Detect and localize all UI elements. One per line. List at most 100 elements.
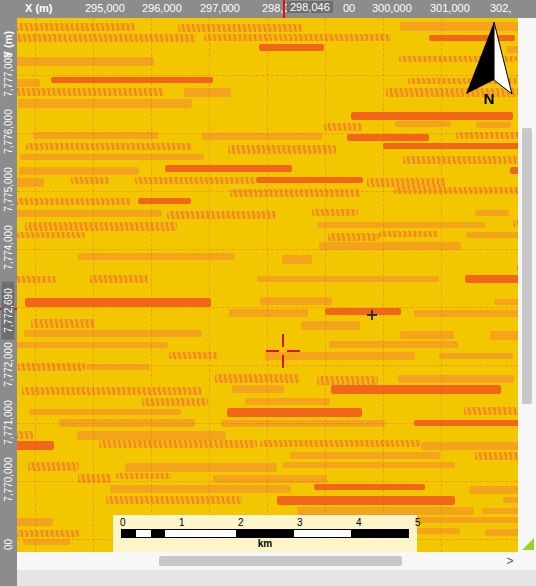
corner-icon xyxy=(522,538,534,550)
grid-line xyxy=(35,18,36,552)
y-axis-tick: 7,771,000 xyxy=(2,383,15,463)
scale-segment xyxy=(136,530,150,537)
anomaly-band xyxy=(464,407,518,415)
marker-plus-icon xyxy=(367,310,377,320)
anomaly-band xyxy=(414,310,518,317)
anomaly-band xyxy=(282,255,312,264)
anomaly-band xyxy=(277,496,455,505)
anomaly-band xyxy=(125,463,277,472)
anomaly-band xyxy=(17,276,56,283)
grid-line xyxy=(267,18,268,552)
x-axis-title: X (m) xyxy=(25,2,53,14)
anomaly-band xyxy=(297,507,474,515)
anomaly-band xyxy=(229,309,308,317)
scale-tick: 5 xyxy=(415,517,421,528)
scale-tick: 4 xyxy=(356,517,362,528)
anomaly-band xyxy=(324,123,362,131)
anomaly-band xyxy=(265,352,415,360)
horizontal-scroll-thumb[interactable] xyxy=(159,556,402,566)
anomaly-band xyxy=(317,376,378,385)
x-axis-tick: 00 xyxy=(343,2,355,14)
anomaly-band xyxy=(259,44,324,51)
grid-line xyxy=(17,423,518,424)
anomaly-band xyxy=(202,133,322,140)
anomaly-band xyxy=(503,497,518,503)
footer-area xyxy=(0,570,536,586)
anomaly-band xyxy=(99,440,257,448)
anomaly-band xyxy=(245,398,330,405)
anomaly-band xyxy=(367,178,445,187)
anomaly-band xyxy=(325,308,401,315)
anomaly-band xyxy=(490,331,518,340)
x-axis-ruler: X (m)295,000296,000297,000298,000300,000… xyxy=(0,0,536,18)
anomaly-band xyxy=(312,209,358,216)
grid-line xyxy=(151,18,152,552)
scale-unit: km xyxy=(117,538,413,549)
anomaly-band xyxy=(19,167,139,175)
north-arrow-icon xyxy=(464,20,514,98)
anomaly-band xyxy=(17,232,85,238)
scale-segment xyxy=(351,530,408,537)
anomaly-band xyxy=(167,211,276,219)
x-axis-tick: 302, xyxy=(490,2,511,14)
anomaly-band xyxy=(301,321,360,330)
scale-tick: 3 xyxy=(297,517,303,528)
anomaly-band xyxy=(20,154,204,160)
grid-line xyxy=(17,191,518,192)
y-axis-ruler: Y (m)7,777,0007,776,0007,775,0007,774,00… xyxy=(0,18,17,586)
y-axis-tick: 7,777,000 xyxy=(2,35,15,115)
anomaly-band xyxy=(386,88,518,97)
anomaly-band xyxy=(17,431,33,439)
anomaly-band xyxy=(400,331,454,339)
anomaly-band xyxy=(17,178,44,187)
scale-segment xyxy=(236,530,293,537)
anomaly-band xyxy=(290,452,440,459)
anomaly-band xyxy=(403,156,518,164)
scroll-right-button[interactable]: > xyxy=(502,554,518,568)
anomaly-band xyxy=(228,145,336,154)
anomaly-band xyxy=(25,222,177,231)
anomaly-band xyxy=(232,385,284,393)
resize-corner xyxy=(518,552,536,570)
anomaly-band xyxy=(482,508,518,514)
anomaly-band xyxy=(71,177,109,184)
anomaly-band xyxy=(469,486,518,494)
anomaly-band xyxy=(138,198,191,204)
anomaly-band xyxy=(29,409,181,415)
anomaly-band xyxy=(379,231,438,237)
anomaly-band xyxy=(400,22,518,31)
scale-tick: 1 xyxy=(179,517,185,528)
scale-segment xyxy=(122,530,136,537)
anomaly-band xyxy=(421,442,518,450)
x-axis-tick: 298,0 xyxy=(262,2,290,14)
anomaly-band xyxy=(22,387,202,395)
map-canvas[interactable]: N012345km xyxy=(17,18,518,552)
anomaly-band xyxy=(466,232,518,238)
vertical-scrollbar[interactable] xyxy=(518,18,536,552)
anomaly-band xyxy=(465,275,518,283)
x-axis-tick: 295,000 xyxy=(85,2,125,14)
anomaly-band xyxy=(398,375,514,383)
vertical-scroll-thumb[interactable] xyxy=(522,128,532,404)
anomaly-band xyxy=(328,233,379,241)
grid-line xyxy=(17,365,518,366)
y-axis-tick: 7,774,000 xyxy=(2,208,15,288)
anomaly-band xyxy=(17,57,154,66)
anomaly-band xyxy=(17,79,40,87)
anomaly-band xyxy=(178,24,302,32)
map-viewer: X (m)295,000296,000297,000298,000300,000… xyxy=(0,0,536,586)
anomaly-band xyxy=(331,385,501,394)
anomaly-band xyxy=(260,440,421,447)
scale-bar: 012345km xyxy=(113,515,417,552)
anomaly-band xyxy=(24,330,202,337)
anomaly-band xyxy=(165,165,292,172)
anomaly-band xyxy=(475,452,518,460)
scale-segment xyxy=(179,530,236,537)
anomaly-band xyxy=(510,167,518,174)
anomaly-band xyxy=(110,485,291,493)
anomaly-band xyxy=(17,34,196,42)
anomaly-band xyxy=(90,275,148,283)
horizontal-scrollbar[interactable]: <> xyxy=(0,552,518,570)
scale-segment xyxy=(294,530,351,537)
grid-line xyxy=(93,18,94,552)
